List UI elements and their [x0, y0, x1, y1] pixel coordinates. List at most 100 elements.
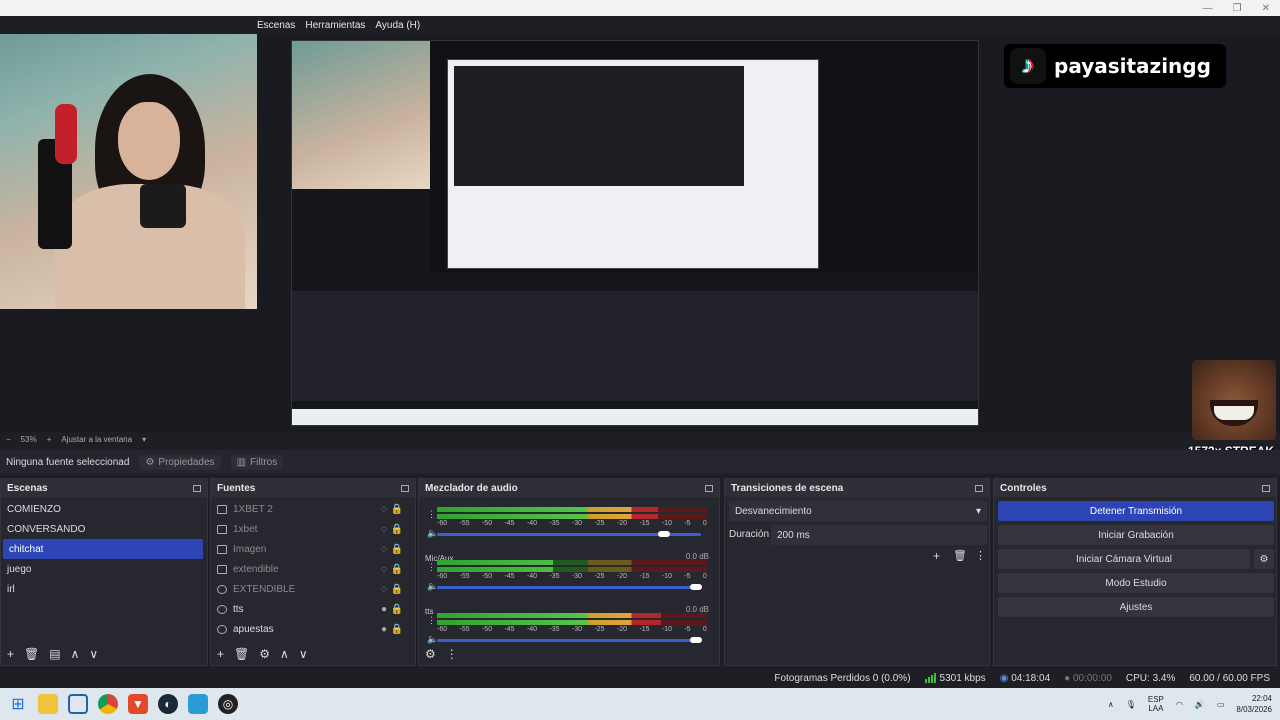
lock-icon[interactable]: 🔒	[391, 604, 403, 615]
clock-time: 22:04	[1251, 694, 1272, 703]
maximize-button[interactable]: ❐	[1233, 3, 1242, 14]
start-recording-button[interactable]: Iniciar Grabación	[998, 525, 1274, 545]
remove-source-button[interactable]: 🗑	[234, 647, 249, 661]
stop-streaming-button[interactable]: Detener Transmisión	[998, 501, 1274, 521]
preview-canvas[interactable]: ♪ payasitazingg	[0, 34, 1280, 432]
zoom-out-icon[interactable]: −	[6, 435, 11, 444]
meter-tick-label: -30	[571, 626, 583, 633]
lock-icon[interactable]: 🔒	[391, 504, 403, 515]
source-name: Imagen	[233, 543, 267, 555]
lock-icon[interactable]: 🔒	[391, 524, 403, 535]
dock-float-icon[interactable]	[193, 484, 201, 492]
volume-slider[interactable]	[437, 639, 701, 642]
windows-start-icon[interactable]: ⊞	[8, 694, 28, 714]
add-transition-button[interactable]: +	[933, 549, 940, 563]
eye-hidden-icon[interactable]: ◌	[381, 504, 387, 515]
notepad-icon[interactable]	[188, 694, 208, 714]
microphone-icon[interactable]: 🎙	[1126, 700, 1136, 709]
source-item[interactable]: extendible ◌ 🔒	[211, 559, 415, 579]
transition-type-select[interactable]: Desvanecimiento ▾	[729, 501, 987, 521]
lock-icon[interactable]: 🔒	[391, 564, 403, 575]
settings-button[interactable]: Ajustes	[998, 597, 1274, 617]
dropped-frames: Fotogramas Perdidos 0 (0.0%)	[774, 672, 911, 684]
eye-hidden-icon[interactable]: ◌	[381, 524, 387, 535]
start-virtual-camera-button[interactable]: Iniciar Cámara Virtual	[998, 549, 1250, 569]
chevron-down-icon[interactable]: ▾	[142, 435, 146, 444]
window-app-icon[interactable]	[68, 694, 88, 714]
chevron-up-icon[interactable]: ∧	[1108, 700, 1114, 709]
studio-mode-button[interactable]: Modo Estudio	[998, 573, 1274, 593]
source-item[interactable]: tts ● 🔒	[211, 599, 415, 619]
dock-float-icon[interactable]	[1262, 484, 1270, 492]
source-settings-gear-icon[interactable]: ⚙	[259, 647, 270, 661]
channel-menu-icon[interactable]: ⋮	[427, 509, 436, 520]
nested-webcam	[292, 41, 430, 189]
add-scene-button[interactable]: +	[7, 647, 14, 661]
mixer-settings-icon[interactable]: ⚙	[425, 647, 436, 661]
lock-icon[interactable]: 🔒	[391, 544, 403, 555]
source-item[interactable]: EXTENDIBLE ◌ 🔒	[211, 579, 415, 599]
window-titlebar: — ❐ ✕	[0, 0, 1280, 16]
meter-tick-label: -5	[684, 520, 691, 527]
dock-float-icon[interactable]	[975, 484, 983, 492]
lock-icon[interactable]: 🔒	[391, 584, 403, 595]
scene-item-conversando[interactable]: CONVERSANDO	[1, 519, 207, 539]
duration-spinbox[interactable]: 200 ms	[771, 525, 987, 545]
menu-ayuda[interactable]: Ayuda (H)	[375, 20, 420, 31]
menu-escenas[interactable]: Escenas	[257, 20, 295, 31]
mixer-menu-icon[interactable]: ⋮	[446, 647, 458, 661]
channel-menu-icon[interactable]: ⋮	[427, 562, 436, 573]
obs-icon[interactable]: ◎	[218, 694, 238, 714]
scene-item-chitchat[interactable]: chitchat	[3, 539, 203, 559]
wifi-icon[interactable]: ◠	[1176, 700, 1183, 709]
scene-item-comienzo[interactable]: COMIENZO	[1, 499, 207, 519]
lock-icon[interactable]: 🔒	[391, 624, 403, 635]
steam-icon[interactable]: ◐	[158, 694, 178, 714]
scene-filters-button[interactable]: ▤	[49, 647, 60, 661]
move-up-button[interactable]: ∧	[280, 647, 289, 661]
zoom-fit-dropdown[interactable]: Ajustar a la ventana	[61, 435, 132, 444]
remove-scene-button[interactable]: 🗑	[24, 647, 39, 661]
language-indicator[interactable]: ESP LAA	[1148, 695, 1164, 713]
volume-slider[interactable]	[437, 586, 701, 589]
eye-hidden-icon[interactable]: ◌	[381, 584, 387, 595]
zoom-in-icon[interactable]: +	[47, 435, 52, 444]
move-down-button[interactable]: ∨	[299, 647, 308, 661]
scene-item-juego[interactable]: juego	[1, 559, 207, 579]
eye-hidden-icon[interactable]: ◌	[381, 564, 387, 575]
eye-hidden-icon[interactable]: ◌	[381, 544, 387, 555]
source-item[interactable]: 1XBET 2 ◌ 🔒	[211, 499, 415, 519]
source-item[interactable]: 1xbet ◌ 🔒	[211, 519, 415, 539]
close-button[interactable]: ✕	[1262, 3, 1270, 14]
eye-icon[interactable]: ●	[381, 624, 387, 635]
source-list: 1XBET 2 ◌ 🔒 1xbet ◌ 🔒 Imagen ◌ 🔒 extendible ◌ 🔒 …	[211, 497, 415, 639]
dock-float-icon[interactable]	[401, 484, 409, 492]
volume-icon[interactable]: 🔊	[1195, 700, 1205, 709]
add-source-button[interactable]: +	[217, 647, 224, 661]
filters-button[interactable]: ▥ Filtros	[230, 454, 284, 470]
move-up-button[interactable]: ∧	[71, 647, 80, 661]
scene-item-irl[interactable]: irl	[1, 579, 207, 599]
eye-icon[interactable]: ●	[381, 604, 387, 615]
menu-herramientas[interactable]: Herramientas	[305, 20, 365, 31]
brave-icon[interactable]: ▼	[128, 694, 148, 714]
nested-inner-capture	[447, 59, 819, 269]
meter-tick-label: -40	[526, 520, 538, 527]
move-down-button[interactable]: ∨	[89, 647, 98, 661]
remove-transition-button[interactable]: 🗑	[953, 549, 967, 562]
volume-slider-handle[interactable]	[689, 584, 702, 590]
source-item[interactable]: apuestas ● 🔒	[211, 619, 415, 639]
file-explorer-icon[interactable]	[38, 694, 58, 714]
properties-button[interactable]: ⚙ Propiedades	[139, 454, 221, 470]
clock[interactable]: 22:04 8/03/2026	[1236, 693, 1272, 715]
virtual-camera-gear-icon[interactable]: ⚙	[1254, 549, 1274, 569]
minimize-button[interactable]: —	[1203, 3, 1213, 14]
source-item[interactable]: Imagen ◌ 🔒	[211, 539, 415, 559]
dock-float-icon[interactable]	[705, 484, 713, 492]
channel-menu-icon[interactable]: ⋮	[427, 615, 436, 626]
volume-slider-handle[interactable]	[658, 531, 671, 537]
battery-icon[interactable]: ▭	[1217, 700, 1225, 709]
scenes-footer: + 🗑 ▤ ∧ ∨	[1, 643, 207, 665]
chrome-icon[interactable]	[98, 694, 118, 714]
transition-menu-icon[interactable]: ⋮	[975, 549, 986, 562]
